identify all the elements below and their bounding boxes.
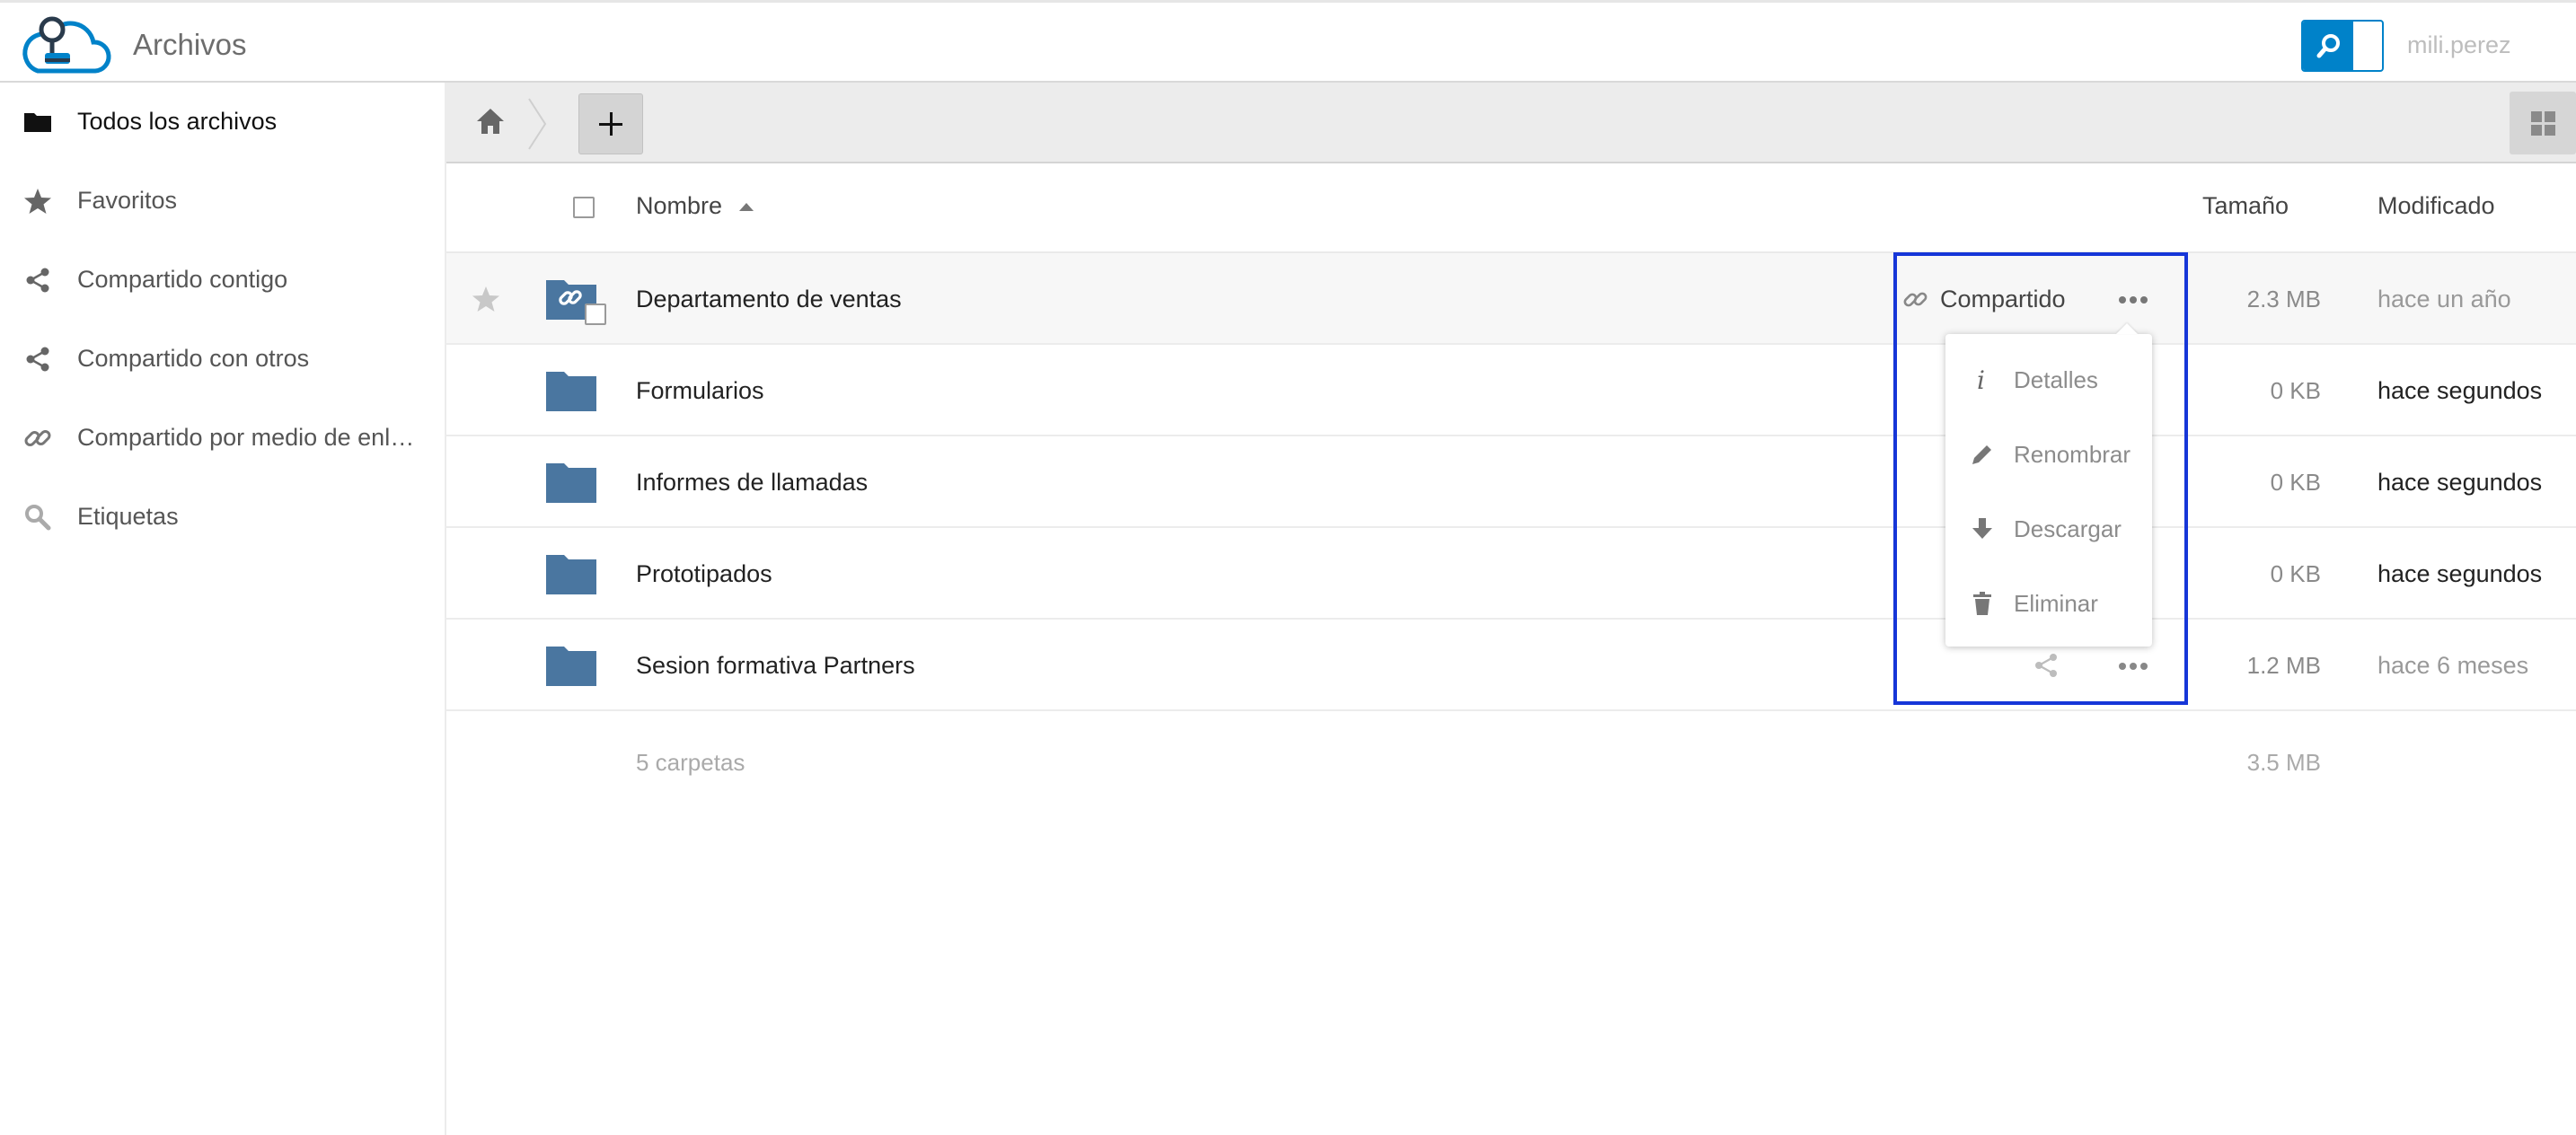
file-modified: hace segundos	[2378, 560, 2543, 587]
sidebar-item-label: Compartido con otros	[77, 345, 310, 372]
folder-icon[interactable]	[546, 551, 596, 594]
user-menu[interactable]: mili.perez	[2407, 31, 2511, 59]
search-toggle[interactable]	[2301, 20, 2384, 72]
svg-text:i: i	[1977, 366, 1985, 393]
star-icon	[24, 189, 51, 214]
folder-icon	[24, 113, 51, 132]
menu-item-label: Eliminar	[2014, 590, 2098, 617]
file-size: 0 KB	[2270, 377, 2321, 404]
menu-item-label: Detalles	[2014, 366, 2098, 393]
table-row[interactable]: Formularios 0 KB hace segundos	[446, 345, 2576, 436]
grid-view-icon-cell	[2545, 125, 2555, 136]
breadcrumb-separator	[528, 98, 547, 150]
top-header: Archivos mili.perez	[0, 0, 2576, 83]
table-row[interactable]: Informes de llamadas 0 KB hace segundos	[446, 436, 2576, 528]
share-icon	[26, 268, 49, 293]
table-row[interactable]: Prototipados 0 KB hace segundos	[446, 528, 2576, 620]
sort-ascending-icon[interactable]	[739, 203, 754, 211]
share-icon	[26, 347, 49, 372]
link-icon[interactable]	[1903, 287, 1928, 312]
search-icon[interactable]	[2316, 32, 2342, 59]
folder-icon[interactable]	[546, 643, 596, 686]
grid-view-button[interactable]	[2510, 92, 2576, 154]
menu-item-details[interactable]: i Detalles	[1945, 343, 2152, 417]
sidebar-item-label: Favoritos	[77, 187, 178, 214]
total-size-summary: 3.5 MB	[2246, 749, 2321, 776]
file-name[interactable]: Sesion formativa Partners	[636, 652, 915, 680]
file-modified: hace un año	[2378, 286, 2511, 312]
trash-icon	[1973, 592, 1991, 615]
column-modified-header[interactable]: Modificado	[2378, 192, 2495, 220]
menu-item-label: Renombrar	[2014, 441, 2131, 468]
file-name[interactable]: Informes de llamadas	[636, 469, 868, 497]
cloud-logo-icon[interactable]	[18, 12, 111, 75]
pencil-icon	[1972, 445, 1991, 464]
sidebar-item-label: Compartido contigo	[77, 266, 288, 293]
file-size: 2.3 MB	[2246, 286, 2321, 312]
more-options-icon[interactable]	[2115, 295, 2151, 305]
sidebar-item-tags[interactable]: Etiquetas	[0, 478, 445, 557]
file-name[interactable]: Formularios	[636, 377, 764, 405]
sidebar: Todos los archivos Favoritos Compartido …	[0, 83, 446, 1135]
sidebar-item-label: Todos los archivos	[77, 108, 278, 135]
file-actions-menu: i Detalles Renombrar Descargar Eliminar	[1945, 334, 2152, 647]
grid-view-icon-cell	[2531, 125, 2542, 136]
link-icon	[24, 430, 51, 446]
sidebar-item-all-files[interactable]: Todos los archivos	[0, 83, 445, 162]
row-select-checkbox[interactable]	[585, 304, 606, 325]
plus-icon-vertical	[610, 112, 613, 136]
menu-item-rename[interactable]: Renombrar	[1945, 418, 2152, 491]
file-modified: hace segundos	[2378, 377, 2543, 404]
menu-item-label: Descargar	[2014, 515, 2122, 542]
column-name-header[interactable]: Nombre	[636, 192, 722, 220]
menu-item-delete[interactable]: Eliminar	[1945, 567, 2152, 640]
menu-item-download[interactable]: Descargar	[1945, 492, 2152, 566]
tag-search-icon	[25, 505, 51, 531]
file-size: 0 KB	[2270, 560, 2321, 587]
sidebar-item-label: Compartido por medio de enlac...	[77, 424, 428, 451]
file-size: 0 KB	[2270, 469, 2321, 496]
share-icon[interactable]	[2033, 652, 2060, 679]
grid-view-icon	[2531, 111, 2542, 122]
app-title: Archivos	[133, 28, 247, 61]
files-toolbar	[446, 83, 2576, 163]
column-size-header[interactable]: Tamaño	[2202, 192, 2289, 220]
table-row[interactable]: Sesion formativa Partners 1.2 MB hace 6 …	[446, 620, 2576, 711]
folder-count-summary: 5 carpetas	[636, 749, 745, 776]
file-name[interactable]: Departamento de ventas	[636, 286, 902, 313]
grid-view-icon-cell	[2545, 111, 2555, 122]
star-icon[interactable]	[472, 286, 500, 312]
download-icon	[1972, 518, 1992, 539]
folder-icon[interactable]	[546, 460, 596, 503]
sidebar-item-shared-with-others[interactable]: Compartido con otros	[0, 320, 445, 399]
file-name[interactable]: Prototipados	[636, 560, 772, 588]
file-size: 1.2 MB	[2246, 652, 2321, 679]
select-all-checkbox[interactable]	[573, 197, 595, 218]
more-options-icon[interactable]	[2115, 661, 2151, 672]
sidebar-item-favorites[interactable]: Favoritos	[0, 162, 445, 241]
sidebar-item-label: Etiquetas	[77, 503, 179, 530]
info-icon: i	[1977, 366, 1985, 393]
file-list: Nombre Tamaño Modificado Departamento de…	[446, 163, 2576, 1135]
file-modified: hace 6 meses	[2378, 652, 2529, 679]
list-header: Nombre Tamaño Modificado	[446, 163, 2576, 253]
folder-icon[interactable]	[546, 368, 596, 411]
new-file-button[interactable]	[578, 93, 643, 154]
sidebar-item-shared-by-link[interactable]: Compartido por medio de enlac...	[0, 399, 445, 478]
file-modified: hace segundos	[2378, 469, 2543, 496]
sidebar-item-shared-with-you[interactable]: Compartido contigo	[0, 241, 445, 320]
home-icon[interactable]	[475, 106, 506, 136]
table-row[interactable]: Departamento de ventas Compartido 2.3 MB…	[446, 253, 2576, 345]
shared-status-link[interactable]: Compartido	[1940, 286, 2066, 313]
